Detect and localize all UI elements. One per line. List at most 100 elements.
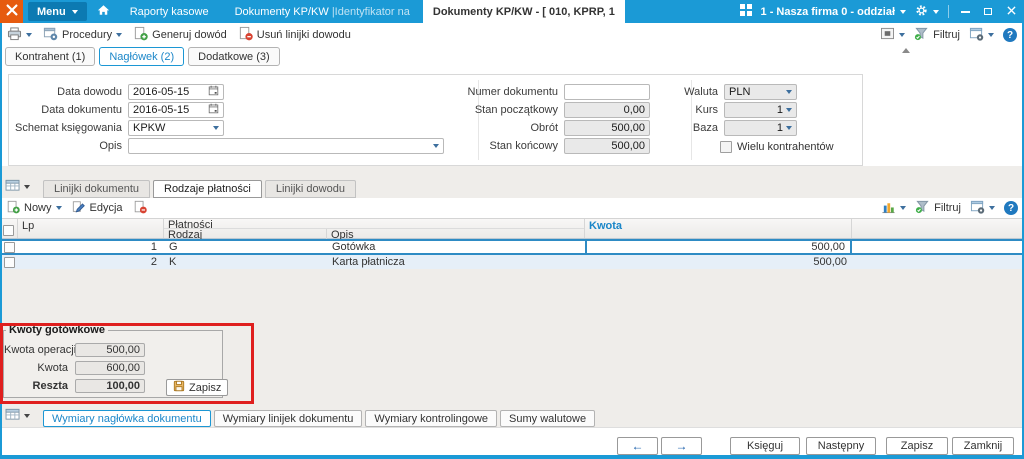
procedury-button[interactable]: Procedury bbox=[43, 26, 122, 44]
tab-sumy-walutowe[interactable]: Sumy walutowe bbox=[500, 410, 595, 427]
numer-label: Numer dokumentu bbox=[398, 86, 564, 98]
baza-select[interactable]: 1 bbox=[724, 120, 797, 136]
delete-record-icon bbox=[133, 200, 147, 217]
home-button[interactable] bbox=[91, 4, 117, 19]
maximize-button[interactable] bbox=[981, 4, 995, 20]
grid-filtruj-button[interactable]: Filtruj bbox=[915, 199, 961, 217]
usun-linijki-button[interactable]: Usuń linijki dowodu bbox=[238, 26, 351, 44]
tab-dodatkowe[interactable]: Dodatkowe (3) bbox=[188, 47, 280, 66]
column-header-lp[interactable]: Lp bbox=[18, 219, 164, 238]
print-button[interactable] bbox=[7, 27, 32, 44]
separator bbox=[948, 5, 949, 18]
procedures-icon bbox=[43, 26, 58, 44]
tab-wymiary-kontrolingowe[interactable]: Wymiary kontrolingowe bbox=[365, 410, 497, 427]
settings-menu[interactable] bbox=[915, 4, 939, 20]
kurs-select[interactable]: 1 bbox=[724, 102, 797, 118]
data-dokumentu-label: Data dokumentu bbox=[9, 104, 128, 116]
collapse-panel-button[interactable] bbox=[896, 45, 916, 55]
chart-button[interactable] bbox=[881, 200, 906, 217]
chevron-down-icon bbox=[26, 33, 32, 37]
next-record-button[interactable]: → bbox=[661, 437, 702, 455]
table-row-selected[interactable]: 1 G Gotówka 500,00 bbox=[0, 239, 1024, 255]
table-row[interactable]: 2 K Karta płatnicza 500,00 bbox=[0, 255, 1024, 269]
data-dokumentu-field[interactable]: 2016-05-15 bbox=[128, 102, 224, 118]
column-header-platnosci[interactable]: Płatności bbox=[164, 219, 584, 229]
wielu-kontrahentow-label: Wielu kontrahentów bbox=[737, 141, 834, 153]
chevron-down-icon bbox=[900, 206, 906, 210]
home-icon bbox=[97, 4, 110, 19]
schemat-select[interactable]: KPKW bbox=[128, 120, 224, 136]
nowy-button[interactable]: Nowy bbox=[6, 200, 62, 217]
tab-linijki-dokumentu[interactable]: Linijki dokumentu bbox=[43, 180, 150, 198]
row-checkbox[interactable] bbox=[4, 257, 15, 268]
filtruj-button[interactable]: Filtruj bbox=[914, 26, 960, 44]
zamknij-button[interactable]: Zamknij bbox=[952, 437, 1014, 455]
app-logo[interactable] bbox=[0, 0, 23, 23]
close-button[interactable] bbox=[1004, 4, 1018, 20]
zapisz-gotowke-button[interactable]: Zapisz bbox=[166, 379, 228, 396]
tools-icon bbox=[5, 3, 19, 20]
tab-raporty-kasowe[interactable]: Raporty kasowe bbox=[117, 0, 222, 23]
obrot-field: 500,00 bbox=[564, 120, 650, 136]
tab-dokumenty-kpkw-active[interactable]: Dokumenty KP/KW - [ 010, KPRP, 1 bbox=[423, 0, 625, 23]
grid-header: Lp Płatności Rodzaj Opis Kwota bbox=[0, 218, 1024, 239]
reszta-field: 100,00 bbox=[75, 379, 145, 393]
gear-icon bbox=[915, 4, 928, 20]
maximize-icon bbox=[984, 8, 992, 15]
grid-columns-button[interactable] bbox=[970, 200, 995, 217]
tab-rodzaje-platnosci[interactable]: Rodzaje płatności bbox=[153, 180, 262, 198]
generuj-dowod-button[interactable]: Generuj dowód bbox=[133, 26, 227, 44]
apps-grid-icon[interactable] bbox=[740, 4, 752, 19]
grid-settings-button[interactable] bbox=[969, 27, 994, 44]
chevron-down-icon bbox=[56, 206, 62, 210]
opis-label: Opis bbox=[9, 140, 128, 152]
tab-dokumenty-kpkw-lista[interactable]: Dokumenty KP/KW |Identyfikator na bbox=[222, 0, 423, 23]
tab-naglowek[interactable]: Nagłówek (2) bbox=[99, 47, 184, 66]
menu-button[interactable]: Menu bbox=[28, 2, 87, 21]
grid-view-menu[interactable] bbox=[5, 179, 30, 195]
toolbar-right: Filtruj ? bbox=[880, 26, 1017, 44]
baza-label: Baza bbox=[664, 122, 724, 134]
ksieguj-button[interactable]: Księguj bbox=[730, 437, 800, 455]
opis-select[interactable] bbox=[128, 138, 444, 154]
select-all-cell[interactable] bbox=[0, 219, 18, 238]
previous-record-button[interactable]: ← bbox=[617, 437, 658, 455]
company-selector[interactable]: 1 - Nasza firma 0 - oddział bbox=[761, 6, 906, 18]
select-all-checkbox[interactable] bbox=[3, 225, 14, 236]
calendar-icon[interactable] bbox=[208, 103, 219, 117]
tab-kontrahent[interactable]: Kontrahent (1) bbox=[5, 47, 95, 66]
wielu-kontrahentow-checkbox[interactable] bbox=[720, 141, 732, 153]
bottom-tab-strip: Wymiary nagłówka dokumentu Wymiary linij… bbox=[0, 409, 1024, 427]
filter-check-icon bbox=[915, 199, 930, 217]
help-icon[interactable]: ? bbox=[1003, 28, 1017, 42]
footer-bar: ← → Księguj Następny Zapisz Zamknij bbox=[0, 427, 1024, 455]
edycja-button[interactable]: Edycja bbox=[72, 200, 123, 217]
tab-wymiary-naglowka[interactable]: Wymiary nagłówka dokumentu bbox=[43, 410, 211, 427]
data-dowodu-field[interactable]: 2016-05-15 bbox=[128, 84, 224, 100]
calendar-icon[interactable] bbox=[208, 85, 219, 99]
help-icon[interactable]: ? bbox=[1004, 201, 1018, 215]
column-header-kwota[interactable]: Kwota bbox=[585, 219, 852, 238]
header-form-panel: Data dowodu 2016-05-15 Data dokumentu 20… bbox=[8, 74, 863, 166]
waluta-select[interactable]: PLN bbox=[724, 84, 797, 100]
view-mode-button[interactable] bbox=[880, 27, 905, 43]
cell-kwota-editor[interactable]: 500,00 bbox=[585, 241, 852, 253]
grid-view-menu[interactable] bbox=[5, 408, 30, 424]
column-group-platnosci: Płatności Rodzaj Opis bbox=[164, 219, 585, 238]
page-tabs: Kontrahent (1) Nagłówek (2) Dodatkowe (3… bbox=[5, 47, 280, 66]
tab-linijki-dowodu[interactable]: Linijki dowodu bbox=[265, 180, 356, 198]
tab-wymiary-linijek[interactable]: Wymiary linijek dokumentu bbox=[214, 410, 363, 427]
row-checkbox[interactable] bbox=[4, 242, 15, 253]
chevron-down-icon bbox=[213, 126, 219, 130]
kwota-field[interactable]: 600,00 bbox=[75, 361, 145, 375]
usun-wiersz-button[interactable] bbox=[133, 200, 147, 217]
minimize-button[interactable] bbox=[958, 4, 972, 20]
new-record-icon bbox=[6, 200, 20, 217]
window-bottom-border bbox=[0, 455, 1024, 459]
kwoty-gotowkowe-panel: Kwoty gotówkowe Kwota operacji 500,00 Kw… bbox=[3, 330, 223, 398]
zapisz-button[interactable]: Zapisz bbox=[886, 437, 948, 455]
kwota-operacji-label: Kwota operacji bbox=[4, 344, 68, 356]
nastepny-button[interactable]: Następny bbox=[806, 437, 876, 455]
cell-opis: Karta płatnicza bbox=[327, 255, 585, 269]
numer-field[interactable] bbox=[564, 84, 650, 100]
